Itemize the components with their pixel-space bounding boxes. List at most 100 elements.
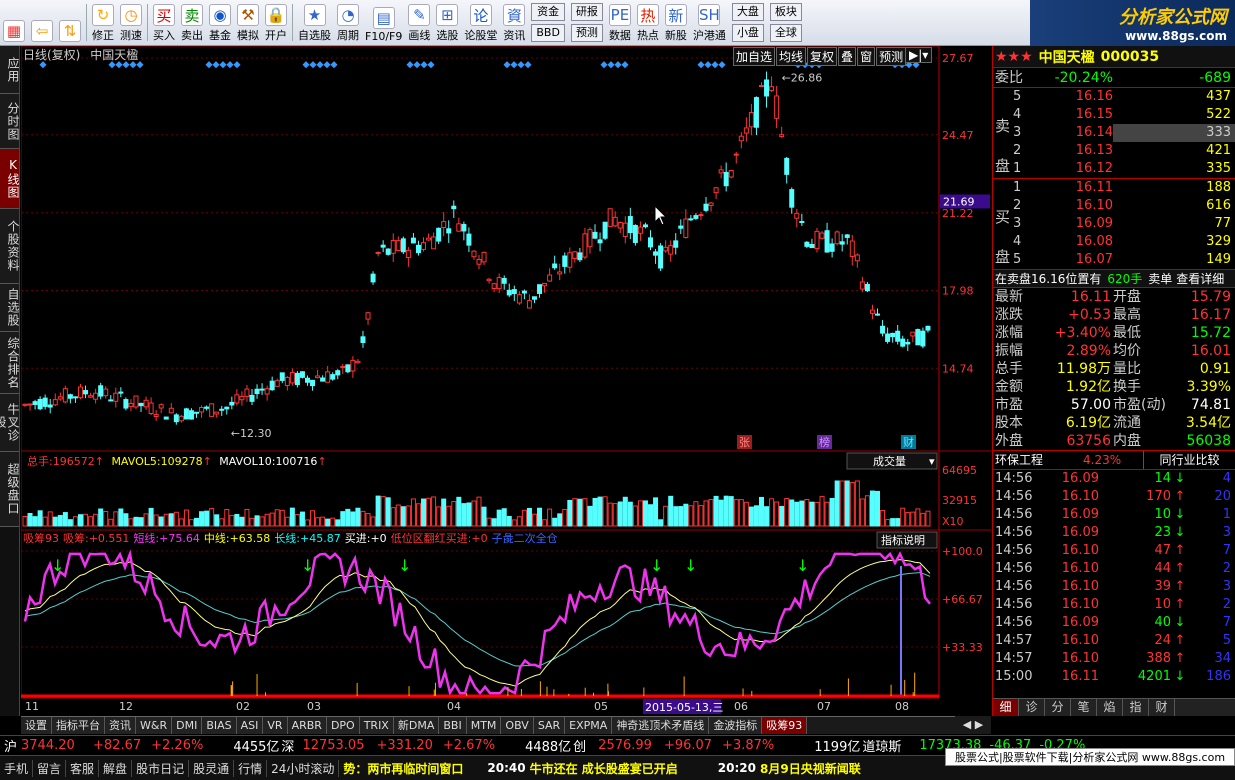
status-item-2[interactable]: 客服 xyxy=(66,759,100,777)
indicator-tab-10[interactable]: TRIX xyxy=(359,717,394,734)
toolbar-small-button[interactable]: 全球 xyxy=(769,23,802,42)
quote-tab-4[interactable]: 焰 xyxy=(1097,699,1123,716)
status-item-5[interactable]: 股灵通 xyxy=(189,759,235,777)
status-item-1[interactable]: 留言 xyxy=(33,759,67,777)
toolbar-sim-button[interactable]: ⚒ 模拟 xyxy=(234,0,262,45)
toolbar-fav-button[interactable]: ★ 自选股 xyxy=(295,0,334,45)
toolbar-revise-button[interactable]: ↻ 修正 xyxy=(89,0,117,45)
left-tab-2[interactable]: K线图 xyxy=(0,149,20,209)
status-item-0[interactable]: 手机 xyxy=(0,759,34,777)
kline-button-4[interactable]: 窗 xyxy=(857,47,876,66)
indicator-tab-19[interactable]: 吸筹93 xyxy=(762,717,808,734)
indicator-tab-9[interactable]: DPO xyxy=(326,717,360,734)
toolbar-fund-button[interactable]: ◉ 基金 xyxy=(206,0,234,45)
toolbar-hk-button[interactable]: SH 沪港通 xyxy=(690,0,729,45)
toolbar-small-button[interactable]: 板块 xyxy=(769,3,802,22)
toolbar-pick-button[interactable]: ⊞ 选股 xyxy=(433,0,461,45)
toolbar-measure-button[interactable]: ◷ 测速 xyxy=(117,0,145,45)
candle-body xyxy=(284,376,290,387)
indicator-tab-6[interactable]: ASI xyxy=(236,717,264,734)
kline-button-5[interactable]: 预测 xyxy=(876,47,907,66)
indicator-tab-1[interactable]: 指标平台 xyxy=(52,717,105,734)
indicator-tab-12[interactable]: BBI xyxy=(439,717,467,734)
left-tab-7[interactable]: 超级盘口 xyxy=(0,452,20,527)
quote-tab-6[interactable]: 财 xyxy=(1149,699,1175,716)
toolbar-sell-button[interactable]: 卖卖出 xyxy=(178,0,206,45)
candle-body xyxy=(42,397,48,407)
news-time-3[interactable]: 20:20 xyxy=(718,761,756,775)
tab-scroll-arrows[interactable]: ◀ ▶ xyxy=(955,716,991,734)
toolbar-period-button[interactable]: ◔ 周期 xyxy=(334,0,362,45)
quote-tab-5[interactable]: 指 xyxy=(1123,699,1149,716)
news-1[interactable]: 势：两市再临时间窗口 xyxy=(343,760,463,777)
candle-body xyxy=(814,230,820,250)
toolbar-buy-button[interactable]: 买买入 xyxy=(150,0,178,45)
quote-tab-3[interactable]: 笔 xyxy=(1071,699,1097,716)
indicator-tab-2[interactable]: 资讯 xyxy=(105,717,136,734)
toolbar-small-button[interactable]: 大盘 xyxy=(731,3,764,22)
kline-chart-svg[interactable]: 27.6724.4721.2217.9814.7421.69←26.86←12.… xyxy=(20,45,991,716)
toolbar-small-button[interactable]: 研报 xyxy=(570,3,603,22)
left-tab-4[interactable]: 自选股 xyxy=(0,284,20,332)
indicator-tab-5[interactable]: BIAS xyxy=(202,717,237,734)
left-tab-1[interactable]: 分时图 xyxy=(0,94,20,149)
view-detail-link[interactable]: 查看详细 xyxy=(1176,270,1224,287)
sell-order-link[interactable]: 卖单 xyxy=(1148,270,1172,287)
quote-tab-1[interactable]: 诊 xyxy=(1019,699,1045,716)
kline-button-3[interactable]: 叠 xyxy=(838,47,857,66)
toolbar-small-button[interactable]: 资金 xyxy=(531,3,565,22)
quote-tab-0[interactable]: 细 xyxy=(993,699,1019,716)
news-time-2[interactable]: 20:40 xyxy=(487,761,525,775)
volume-bar xyxy=(572,498,578,527)
industry-compare-button[interactable]: 同行业比较 xyxy=(1143,451,1235,469)
news-3[interactable]: 8月9日央视新闻联 xyxy=(760,760,861,777)
toolbar-draw-button[interactable]: ✎ 画线 xyxy=(405,0,433,45)
indicator-tab-17[interactable]: 神奇逃顶术矛盾线 xyxy=(612,717,710,734)
indicator-tab-3[interactable]: W&R xyxy=(136,717,173,734)
kline-button-2[interactable]: 复权 xyxy=(807,47,838,66)
indicator-tab-13[interactable]: MTM xyxy=(466,717,502,734)
toolbar-newshares-button[interactable]: 新新股 xyxy=(662,0,690,45)
volume-bar xyxy=(47,511,53,527)
toolbar-small-button[interactable]: 小盘 xyxy=(731,23,764,42)
tick-volume: 44 xyxy=(1154,561,1171,576)
toolbar-f10-button[interactable]: ▤ F10/F9 xyxy=(362,0,405,45)
indicator-tab-11[interactable]: 新DMA xyxy=(393,717,440,734)
indicator-tab-0[interactable]: 设置 xyxy=(21,717,52,734)
status-item-3[interactable]: 解盘 xyxy=(99,759,133,777)
candle-body xyxy=(557,271,563,275)
indicator-tab-4[interactable]: DMI xyxy=(172,717,203,734)
volume-bar xyxy=(723,495,729,527)
status-item-4[interactable]: 股市日记 xyxy=(132,759,190,777)
indicator-tab-7[interactable]: VR xyxy=(263,717,288,734)
status-item-7[interactable]: 24小时滚动 xyxy=(267,759,340,777)
toolbar-small-button[interactable]: 预测 xyxy=(570,23,603,42)
indicator-tab-8[interactable]: ARBR xyxy=(287,717,327,734)
ad-banner[interactable]: 股票公式|股票软件下载|分析家公式网 www.88gs.com xyxy=(945,748,1235,766)
toolbar-small-button[interactable]: BBD xyxy=(531,23,565,42)
toolbar-open-button[interactable]: 🔒 开户 xyxy=(262,0,290,45)
kline-more-icon[interactable]: ▶|▾ xyxy=(905,47,933,63)
toolbar-updown-button[interactable]: ⇅ xyxy=(56,0,84,45)
indicator-tab-18[interactable]: 金波指标 xyxy=(709,717,763,734)
indicator-tab-16[interactable]: EXPMA xyxy=(565,717,613,734)
left-tab-3[interactable]: 个股资料 xyxy=(0,209,20,284)
news-2[interactable]: 牛市还在 成长股盛宴已开启 xyxy=(530,760,678,777)
volume-bar xyxy=(582,498,588,527)
kline-button-0[interactable]: 加自选 xyxy=(733,47,776,66)
toolbar-win-button[interactable]: ▦ xyxy=(0,0,28,45)
indicator-tab-15[interactable]: SAR xyxy=(533,717,566,734)
status-item-6[interactable]: 行情 xyxy=(234,759,268,777)
left-tab-5[interactable]: 综合排名 xyxy=(0,332,20,394)
quote-tab-2[interactable]: 分 xyxy=(1045,699,1071,716)
toolbar-back-button[interactable]: ⇦ xyxy=(28,0,56,45)
toolbar-hot-button[interactable]: 热热点 xyxy=(634,0,662,45)
kline-button-1[interactable]: 均线 xyxy=(776,47,807,66)
toolbar-data-button[interactable]: PE 数据 xyxy=(606,0,634,45)
left-tab-6[interactable]: 牛叉诊股 xyxy=(0,394,20,452)
up-arrow-icon: ↑ xyxy=(1174,633,1186,648)
toolbar-info-button[interactable]: 資资讯 xyxy=(500,0,528,45)
toolbar-forum-button[interactable]: 论论股堂 xyxy=(461,0,500,45)
left-tab-0[interactable]: 应用 xyxy=(0,46,20,94)
indicator-tab-14[interactable]: OBV xyxy=(501,717,534,734)
